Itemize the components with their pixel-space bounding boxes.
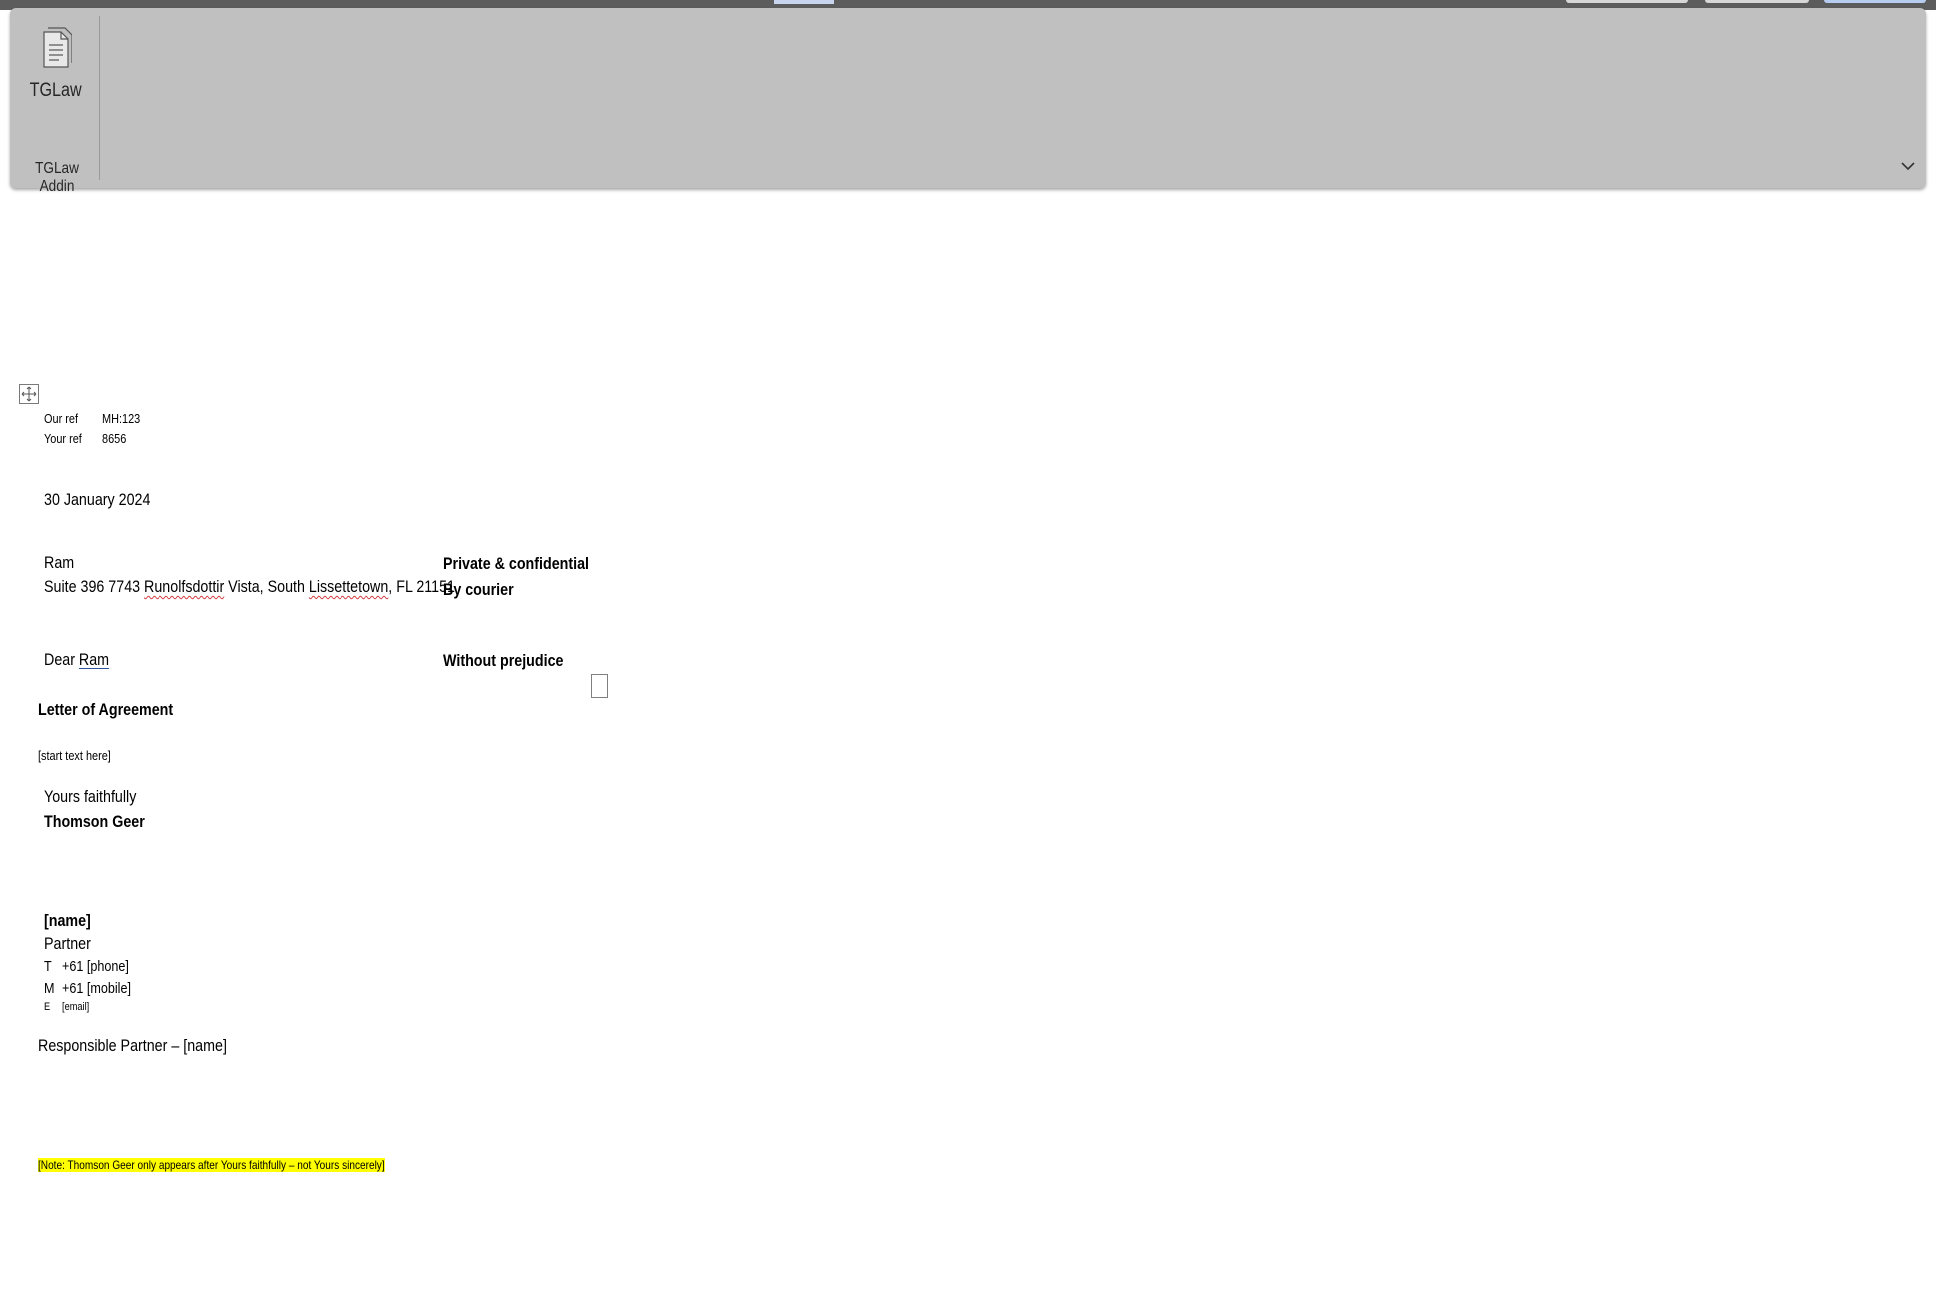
- letter-date: 30 January 2024: [44, 490, 151, 509]
- address-part-2: Vista, South: [224, 577, 309, 596]
- top-button-primary[interactable]: [1824, 0, 1926, 3]
- collapse-ribbon-button[interactable]: [1896, 154, 1920, 178]
- document-pages-icon: [43, 27, 72, 68]
- address-part-1: Suite 396 7743: [44, 577, 145, 596]
- our-ref-label: Our ref: [44, 411, 78, 426]
- mobile-value: +61 [mobile]: [62, 980, 131, 997]
- phone-value: +61 [phone]: [62, 958, 129, 975]
- salutation-name: Ram: [78, 650, 110, 669]
- responsible-partner: Responsible Partner – [name]: [38, 1036, 227, 1055]
- body-placeholder: [start text here]: [38, 748, 111, 763]
- closing: Yours faithfully: [44, 787, 137, 806]
- delivery-method: By courier: [443, 580, 514, 599]
- active-tab-indicator[interactable]: [774, 0, 834, 4]
- phone-label: T: [44, 958, 52, 975]
- our-ref-value: MH:123: [102, 411, 141, 426]
- salutation: Dear Ram: [44, 650, 109, 670]
- salutation-prefix: Dear: [44, 650, 79, 669]
- email-label: E: [44, 1001, 51, 1013]
- firm-name: Thomson Geer: [44, 812, 145, 831]
- table-move-handle-icon[interactable]: [19, 384, 39, 404]
- ribbon: TGLaw TGLaw Addin: [10, 8, 1926, 195]
- email-value: [email]: [62, 1001, 90, 1013]
- your-ref-value: 8656: [102, 431, 127, 446]
- ribbon-group-separator: [99, 16, 100, 180]
- tglaw-button[interactable]: TGLaw: [18, 20, 94, 124]
- chevron-down-icon: [1901, 162, 1915, 171]
- tglaw-button-label: TGLaw: [29, 80, 83, 101]
- letter-subject: Letter of Agreement: [38, 700, 174, 719]
- without-prejudice-checkbox[interactable]: [591, 674, 608, 698]
- signatory-title: Partner: [44, 934, 91, 953]
- mobile-label: M: [44, 980, 55, 997]
- top-button-1[interactable]: [1566, 0, 1688, 3]
- address-town-word: Lissettetown: [308, 577, 389, 596]
- document-canvas[interactable]: Our ref MH:123 Your ref 8656 30 January …: [0, 190, 1936, 1314]
- recipient-address: Suite 396 7743 Runolfsdottir Vista, Sout…: [44, 577, 455, 597]
- without-prejudice-label: Without prejudice: [443, 651, 564, 670]
- ribbon-group-tglaw-addin: TGLaw TGLaw Addin: [10, 8, 100, 195]
- signatory-name: [name]: [44, 911, 91, 930]
- top-button-2[interactable]: [1705, 0, 1809, 3]
- address-street-word: Runolfsdottir: [144, 577, 225, 596]
- recipient-name: Ram: [44, 553, 75, 572]
- highlighted-note: [Note: Thomson Geer only appears after Y…: [38, 1158, 385, 1172]
- delivery-confidential: Private & confidential: [443, 554, 590, 573]
- your-ref-label: Your ref: [44, 431, 82, 446]
